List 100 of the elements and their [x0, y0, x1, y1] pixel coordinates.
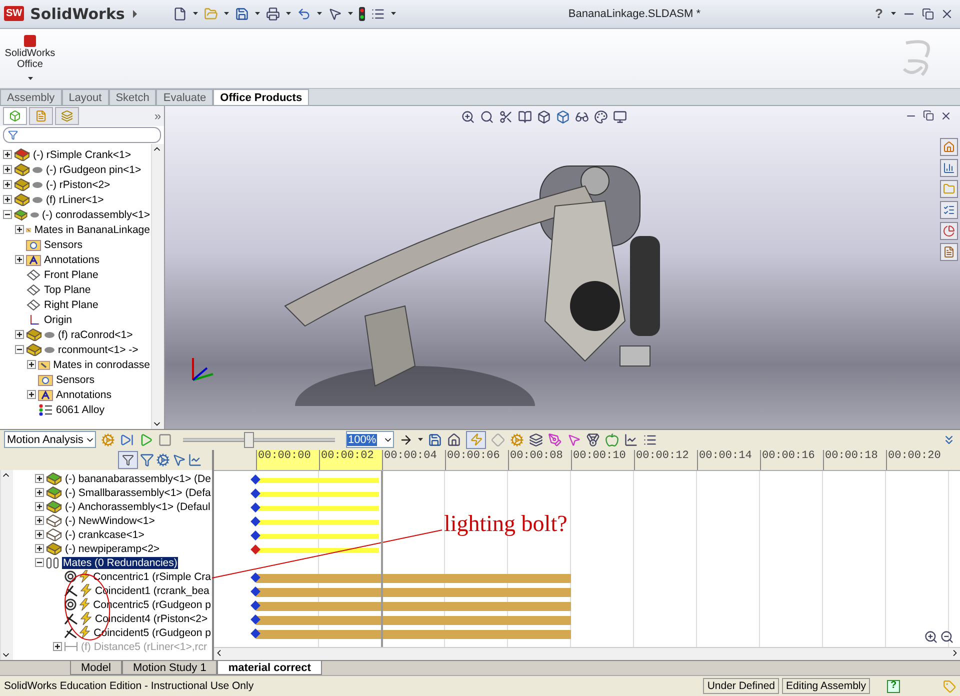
home-button[interactable] — [940, 138, 958, 156]
motion-tree-item[interactable]: Concentric1 (rSimple Cra — [92, 570, 212, 583]
results-icon[interactable] — [624, 432, 638, 447]
tree-item[interactable]: (f) rLiner<1> — [45, 194, 105, 206]
component-timeline-bar[interactable] — [256, 492, 379, 497]
library-button[interactable] — [940, 159, 958, 178]
tree-item[interactable]: Mates in BananaLinkage — [33, 224, 151, 236]
home-icon[interactable] — [447, 432, 461, 447]
tree-toggle[interactable] — [35, 558, 44, 568]
command-tab[interactable]: Evaluate — [156, 89, 214, 106]
key-point-icon[interactable] — [250, 530, 260, 540]
undo-icon[interactable] — [296, 6, 311, 21]
cursor-icon[interactable] — [328, 6, 342, 21]
motion-tree-item[interactable]: (-) Anchorassembly<1> (Defaul — [64, 500, 212, 513]
tree-toggle[interactable] — [15, 345, 24, 354]
component-timeline-bar[interactable] — [256, 520, 379, 525]
command-tab[interactable]: Layout — [62, 89, 109, 106]
tree-item[interactable]: Mates in conrodasse — [52, 358, 151, 371]
tree-item[interactable]: Top Plane — [43, 284, 92, 296]
caret-icon[interactable] — [286, 12, 291, 16]
tree-item[interactable]: 6061 Alloy — [55, 404, 106, 416]
key-point-icon[interactable] — [250, 488, 260, 498]
tree-item[interactable]: Front Plane — [43, 268, 100, 281]
study-tab[interactable]: Motion Study 1 — [122, 661, 218, 676]
tree-item[interactable]: (f) raConrod<1> — [57, 328, 134, 341]
tree-item[interactable]: (-) conrodassembly<1> — [41, 208, 151, 221]
caret-icon[interactable] — [224, 12, 229, 16]
playback-speed-field[interactable]: 100% — [346, 431, 394, 448]
caret-icon[interactable] — [316, 12, 322, 16]
zoom-icon[interactable] — [461, 110, 475, 124]
tree-toggle[interactable] — [3, 165, 12, 174]
tree-item[interactable]: (-) rGudgeon pin<1> — [45, 164, 142, 176]
motion-tree-item[interactable]: (-) newpiperamp<2> — [64, 542, 161, 555]
caret-icon[interactable] — [390, 12, 396, 16]
motion-tree-item[interactable]: (-) Smallbarassembly<1> (Defa — [64, 486, 212, 499]
component-timeline-bar[interactable] — [256, 478, 379, 483]
study-type-dropdown[interactable]: Motion Analysis — [4, 431, 96, 448]
list-button[interactable] — [940, 201, 958, 220]
autokey-button[interactable] — [466, 430, 486, 449]
tree-item[interactable]: Right Plane — [43, 298, 100, 311]
tree-item[interactable]: (-) rPiston<2> — [45, 178, 112, 191]
tree-item[interactable]: Sensors — [55, 374, 96, 386]
component-timeline-bar[interactable] — [256, 548, 379, 553]
save-icon[interactable] — [428, 432, 442, 447]
tree-toggle[interactable] — [3, 180, 12, 190]
monitor-icon[interactable] — [613, 110, 627, 124]
filter-button[interactable] — [118, 450, 138, 469]
caret-icon[interactable] — [254, 12, 260, 16]
tree-item[interactable]: Sensors — [43, 238, 84, 251]
tree-toggle[interactable] — [15, 330, 24, 340]
tree-item[interactable]: Annotations — [43, 254, 100, 266]
key-point-icon[interactable] — [250, 544, 260, 554]
motion-tree-item[interactable]: (-) bananabarassembly<1> (De — [64, 472, 212, 485]
help-button[interactable]: ? — [887, 680, 900, 693]
caret-icon[interactable] — [348, 12, 353, 16]
configuration-tab[interactable] — [55, 107, 79, 126]
tree-toggle[interactable] — [15, 225, 24, 234]
caret-icon[interactable] — [418, 438, 423, 442]
tree-item[interactable]: Annotations — [55, 388, 112, 401]
tree-toggle[interactable] — [35, 474, 44, 484]
property-tab[interactable] — [29, 107, 53, 126]
appearance-button[interactable] — [940, 222, 958, 240]
tree-item[interactable]: (-) rSimple Crank<1> — [32, 148, 132, 161]
tree-toggle[interactable] — [15, 255, 24, 264]
new-document-icon[interactable] — [172, 6, 187, 21]
properties-icon[interactable] — [643, 432, 657, 447]
tree-toggle[interactable] — [35, 502, 44, 512]
caret-icon[interactable] — [192, 12, 198, 16]
vertical-scrollbar[interactable] — [0, 470, 13, 660]
search-icon[interactable] — [480, 110, 494, 124]
filter-field[interactable] — [3, 127, 161, 144]
printer-icon[interactable] — [266, 6, 280, 21]
tree-toggle[interactable] — [27, 360, 36, 370]
motion-tree-item[interactable]: (-) crankcase<1> — [64, 528, 146, 541]
component-timeline-bar[interactable] — [256, 534, 379, 539]
study-tab[interactable]: material correct — [217, 661, 322, 676]
vertical-scrollbar[interactable] — [151, 144, 164, 429]
command-tab[interactable]: Office Products — [213, 89, 310, 106]
expand-panel-button[interactable]: » — [154, 109, 161, 124]
list-icon[interactable] — [370, 6, 385, 21]
play-from-start-icon[interactable] — [120, 432, 134, 447]
help-button[interactable]: ? — [873, 6, 885, 22]
key-point-icon[interactable] — [250, 474, 260, 484]
tree-toggle[interactable] — [35, 516, 44, 526]
tree-toggle[interactable] — [35, 544, 44, 554]
command-tab[interactable]: Sketch — [108, 89, 156, 106]
key-point-icon[interactable] — [250, 502, 260, 512]
zoom-out-icon[interactable] — [940, 630, 954, 644]
tree-item[interactable]: rconmount<1> -> — [57, 344, 140, 356]
book-icon[interactable] — [518, 110, 532, 124]
close-icon[interactable] — [940, 110, 952, 122]
feature-tree-tab[interactable] — [3, 107, 27, 126]
tree-toggle[interactable] — [27, 390, 36, 400]
zoom-in-icon[interactable] — [924, 630, 938, 644]
study-tab[interactable]: Model — [70, 661, 122, 676]
save-icon[interactable] — [234, 6, 249, 21]
arrow-icon[interactable] — [399, 432, 413, 447]
glasses-icon[interactable] — [575, 110, 589, 124]
ribbon-button[interactable]: SolidWorks Office — [2, 32, 58, 82]
menu-arrow-icon[interactable] — [130, 8, 139, 19]
